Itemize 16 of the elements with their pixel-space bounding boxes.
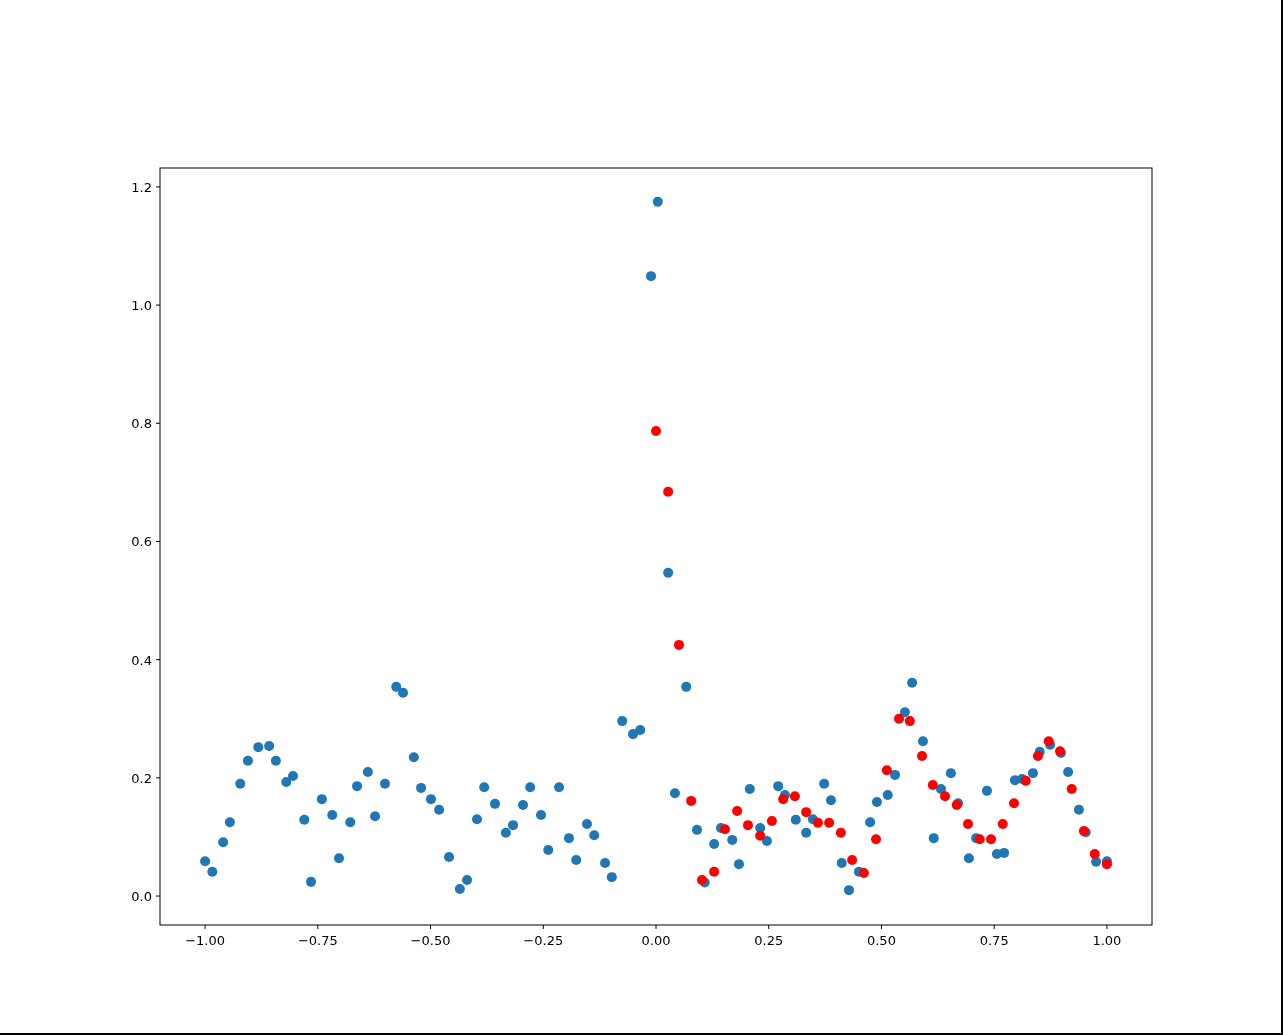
y-tick-label: 0.2: [131, 770, 152, 786]
x-tick-label: −0.25: [523, 933, 564, 948]
y-tick-label: 0.4: [131, 652, 152, 668]
x-tick-label: −0.50: [410, 933, 451, 948]
x-tick-label: 0.75: [979, 933, 1009, 948]
y-tick-label: 0.6: [131, 534, 152, 550]
x-tick-label: 0.25: [754, 933, 784, 948]
x-tick-label: 0.00: [641, 933, 671, 948]
x-tick-label: −1.00: [185, 933, 225, 948]
y-tick-label: 1.0: [131, 298, 152, 314]
y-tick-label: 1.2: [131, 179, 152, 195]
x-tick-label: 0.50: [867, 933, 896, 948]
x-tick-label: −0.75: [297, 933, 338, 948]
y-tick-label: 0.0: [131, 889, 152, 905]
x-tick-label: 1.00: [1092, 933, 1122, 948]
y-tick-label: 0.8: [131, 416, 152, 432]
